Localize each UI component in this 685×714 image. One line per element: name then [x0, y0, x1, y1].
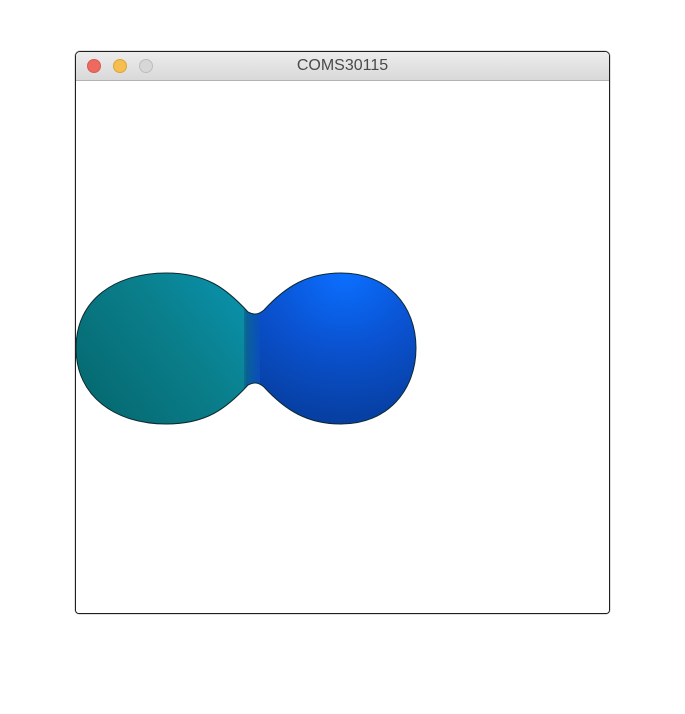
- app-window: COMS30115: [75, 51, 610, 614]
- window-title: COMS30115: [296, 57, 389, 74]
- rendered-scene: [76, 272, 417, 425]
- render-canvas: [76, 81, 609, 613]
- right-blob: [246, 273, 416, 424]
- title-bar[interactable]: COMS30115: [76, 52, 609, 81]
- blob-neck: [244, 301, 260, 396]
